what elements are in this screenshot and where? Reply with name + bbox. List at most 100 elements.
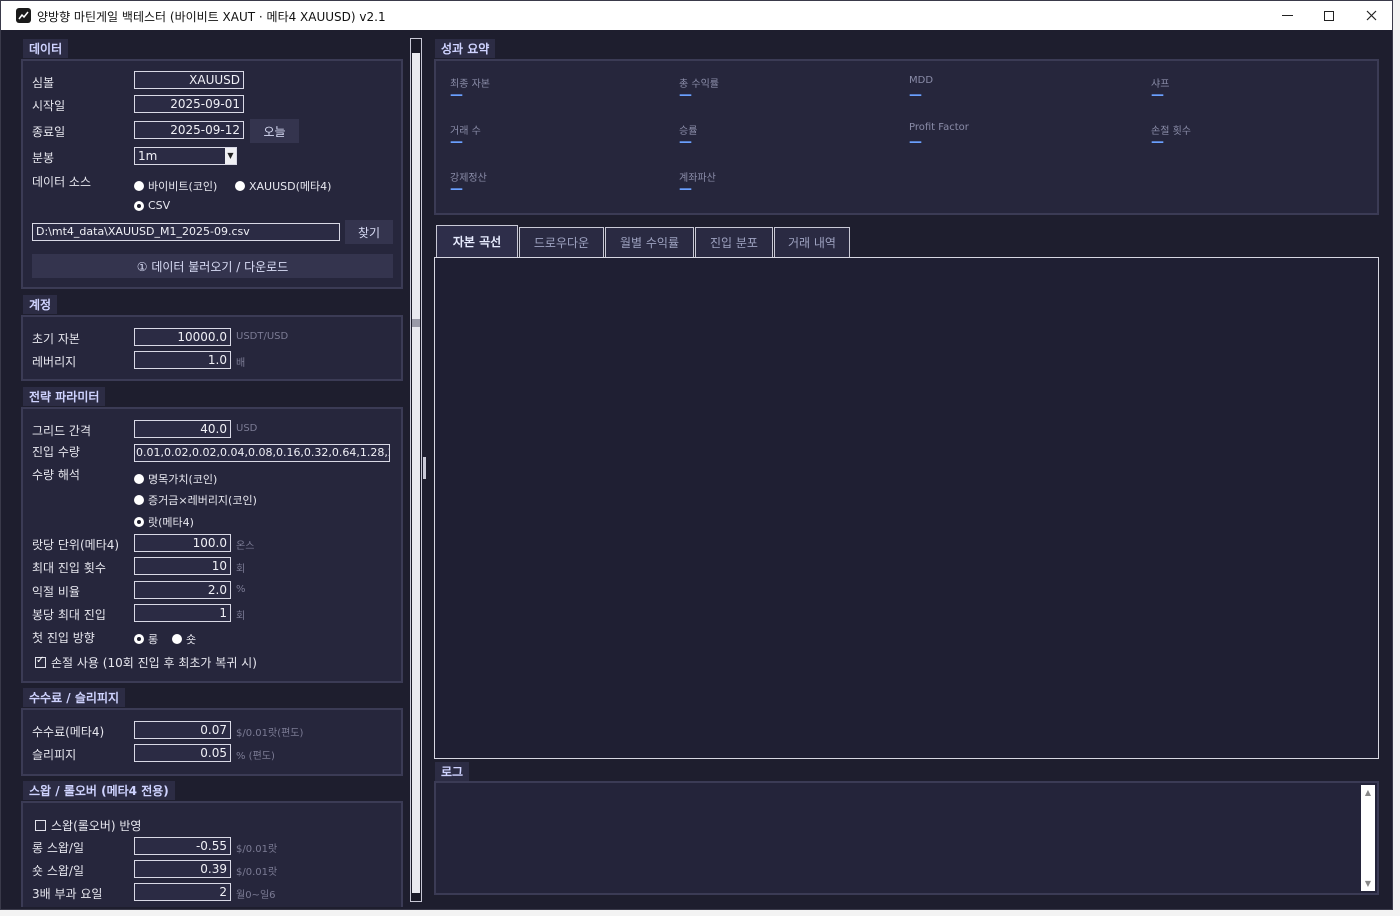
source-option-label: CSV — [148, 199, 171, 212]
tab-drawdown[interactable]: 드로우다운 — [519, 227, 604, 257]
tp-input[interactable]: 2.0 — [134, 581, 231, 599]
per-bar-input[interactable]: 1 — [134, 604, 231, 622]
metric-value: — — [679, 182, 692, 197]
tab-entry-distribution[interactable]: 진입 분포 — [695, 227, 773, 257]
metric-value: — — [909, 135, 922, 150]
interp-radio-lot[interactable]: 랏(메타4) — [134, 514, 194, 530]
scroll-down-icon[interactable]: ▼ — [1361, 879, 1375, 888]
interp-option-label: 명목가치(코인) — [148, 473, 218, 486]
stoploss-label: 손절 사용 (10회 진입 후 최초가 복귀 시) — [51, 656, 257, 670]
per-bar-unit: 회 — [236, 611, 246, 622]
timeframe-label: 분봉 — [32, 151, 55, 165]
strategy-section-title: 전략 파라미터 — [23, 387, 106, 406]
minimize-button[interactable] — [1266, 1, 1308, 30]
maximize-icon — [1324, 10, 1334, 21]
grid-input[interactable]: 40.0 — [134, 420, 231, 438]
swap-section-title: 스왑 / 롤오버 (메타4 전용) — [23, 781, 175, 800]
max-entry-unit: 회 — [236, 564, 246, 575]
today-button[interactable]: 오늘 — [250, 119, 299, 143]
tab-trade-history[interactable]: 거래 내역 — [774, 227, 850, 257]
slippage-unit: % (편도) — [236, 751, 275, 762]
account-section-title: 계정 — [23, 295, 58, 314]
window-title: 양방향 마틴게일 백테스터 (바이비트 XAUT · 메타4 XAUUSD) v… — [37, 10, 386, 24]
first-dir-option-label: 숏 — [186, 633, 197, 646]
scroll-up-icon[interactable]: ▲ — [1361, 788, 1375, 797]
qty-label: 진입 수량 — [32, 445, 80, 459]
start-date-input[interactable]: 2025-09-01 — [134, 95, 244, 113]
results-panel: 성과 요약 최종 자본 — 총 수익률 — MDD — 샤프 — 거래 수 — … — [427, 31, 1389, 907]
long-swap-input[interactable]: -0.55 — [134, 837, 231, 855]
interp-label: 수량 해석 — [32, 468, 80, 482]
radio-selected-icon — [134, 517, 144, 527]
swap-checkbox[interactable]: 스왑(롤오버) 반영 — [35, 817, 141, 834]
checkbox-checked-icon — [35, 655, 46, 668]
equity-chart-area — [434, 257, 1379, 759]
first-dir-option-label: 롱 — [148, 633, 159, 646]
source-radio-mt4[interactable]: XAUUSD(메타4) — [235, 178, 331, 194]
pane-splitter[interactable] — [423, 457, 426, 479]
first-dir-radio-long[interactable]: 롱 — [134, 631, 158, 647]
metric-value: — — [450, 182, 463, 197]
metric-value: — — [909, 88, 922, 103]
triple-day-unit: 월0~일6 — [236, 890, 276, 901]
symbol-input[interactable]: XAUUSD — [134, 71, 244, 89]
radio-dot-icon — [134, 495, 144, 505]
title-bar: 양방향 마틴게일 백테스터 (바이비트 XAUT · 메타4 XAUUSD) v… — [1, 1, 1392, 30]
scrollbar-grip-icon — [412, 319, 420, 327]
radio-dot-icon — [134, 474, 144, 484]
scrollbar-thumb[interactable] — [412, 53, 420, 893]
stoploss-checkbox[interactable]: 손절 사용 (10회 진입 후 최초가 복귀 시) — [35, 654, 257, 671]
lot-unit-unit: 온스 — [236, 541, 255, 552]
source-radio-csv[interactable]: CSV — [134, 199, 170, 212]
fee-section-title: 수수료 / 슬리피지 — [23, 688, 126, 707]
swap-group: 스왑(롤오버) 반영 롱 스왑/일 -0.55 $/0.01랏 숏 스왑/일 0… — [21, 801, 403, 907]
long-swap-unit: $/0.01랏 — [236, 844, 278, 855]
interp-radio-margin[interactable]: 증거금×레버리지(코인) — [134, 492, 257, 508]
metric-value: — — [679, 135, 692, 150]
source-option-label: XAUUSD(메타4) — [249, 180, 332, 193]
metric-label: MDD — [909, 75, 934, 86]
first-dir-radio-short[interactable]: 숏 — [172, 631, 196, 647]
metric-value: — — [450, 88, 463, 103]
tp-label: 익절 비율 — [32, 585, 80, 599]
minimize-icon — [1281, 15, 1293, 16]
source-radio-bybit[interactable]: 바이비트(코인) — [134, 178, 217, 194]
slippage-label: 슬리피지 — [32, 748, 77, 762]
end-date-label: 종료일 — [32, 125, 66, 139]
qty-input[interactable]: 0.01,0.02,0.02,0.04,0.08,0.16,0.32,0.64,… — [134, 444, 390, 462]
slippage-input[interactable]: 0.05 — [134, 744, 231, 762]
per-bar-label: 봉당 최대 진입 — [32, 608, 106, 622]
end-date-input[interactable]: 2025-09-12 — [134, 121, 244, 139]
tab-equity-curve[interactable]: 자본 곡선 — [436, 225, 518, 257]
timeframe-value: 1m — [138, 149, 158, 163]
tp-unit: % — [236, 584, 246, 595]
tab-monthly-returns[interactable]: 월별 수익률 — [605, 227, 694, 257]
long-swap-label: 롱 스왑/일 — [32, 841, 85, 855]
leverage-input[interactable]: 1.0 — [134, 351, 231, 369]
fee-input[interactable]: 0.07 — [134, 721, 231, 739]
triple-day-input[interactable]: 2 — [134, 883, 231, 901]
settings-panel: 데이터 심볼 XAUUSD 시작일 2025-09-01 종료일 2025-09… — [9, 31, 407, 907]
fee-group: 수수료(메타4) 0.07 $/0.01랏(편도) 슬리피지 0.05 % (편… — [21, 708, 403, 776]
csv-path-input[interactable]: D:\mt4_data\XAUUSD_M1_2025-09.csv — [32, 223, 340, 241]
app-chart-icon — [16, 8, 31, 23]
leverage-label: 레버리지 — [32, 355, 77, 369]
log-scrollbar[interactable]: ▲ ▼ — [1361, 785, 1375, 891]
browse-button[interactable]: 찾기 — [345, 220, 393, 244]
interp-option-label: 랏(메타4) — [148, 516, 194, 529]
interp-radio-notional[interactable]: 명목가치(코인) — [134, 471, 217, 487]
chevron-down-icon: ▼ — [225, 148, 236, 164]
max-entry-label: 최대 진입 횟수 — [32, 561, 106, 575]
settings-scrollbar[interactable] — [410, 38, 422, 902]
load-data-button[interactable]: ① 데이터 불러오기 / 다운로드 — [32, 254, 393, 278]
log-textarea[interactable]: ▲ ▼ — [434, 781, 1379, 895]
close-button[interactable] — [1350, 1, 1392, 30]
timeframe-select[interactable]: 1m ▼ — [134, 147, 237, 165]
maximize-button[interactable] — [1308, 1, 1350, 30]
max-entry-input[interactable]: 10 — [134, 557, 231, 575]
short-swap-input[interactable]: 0.39 — [134, 860, 231, 878]
grid-unit: USD — [236, 423, 258, 434]
interp-option-label: 증거금×레버리지(코인) — [148, 494, 257, 507]
capital-input[interactable]: 10000.0 — [134, 328, 231, 346]
lot-unit-input[interactable]: 100.0 — [134, 534, 231, 552]
